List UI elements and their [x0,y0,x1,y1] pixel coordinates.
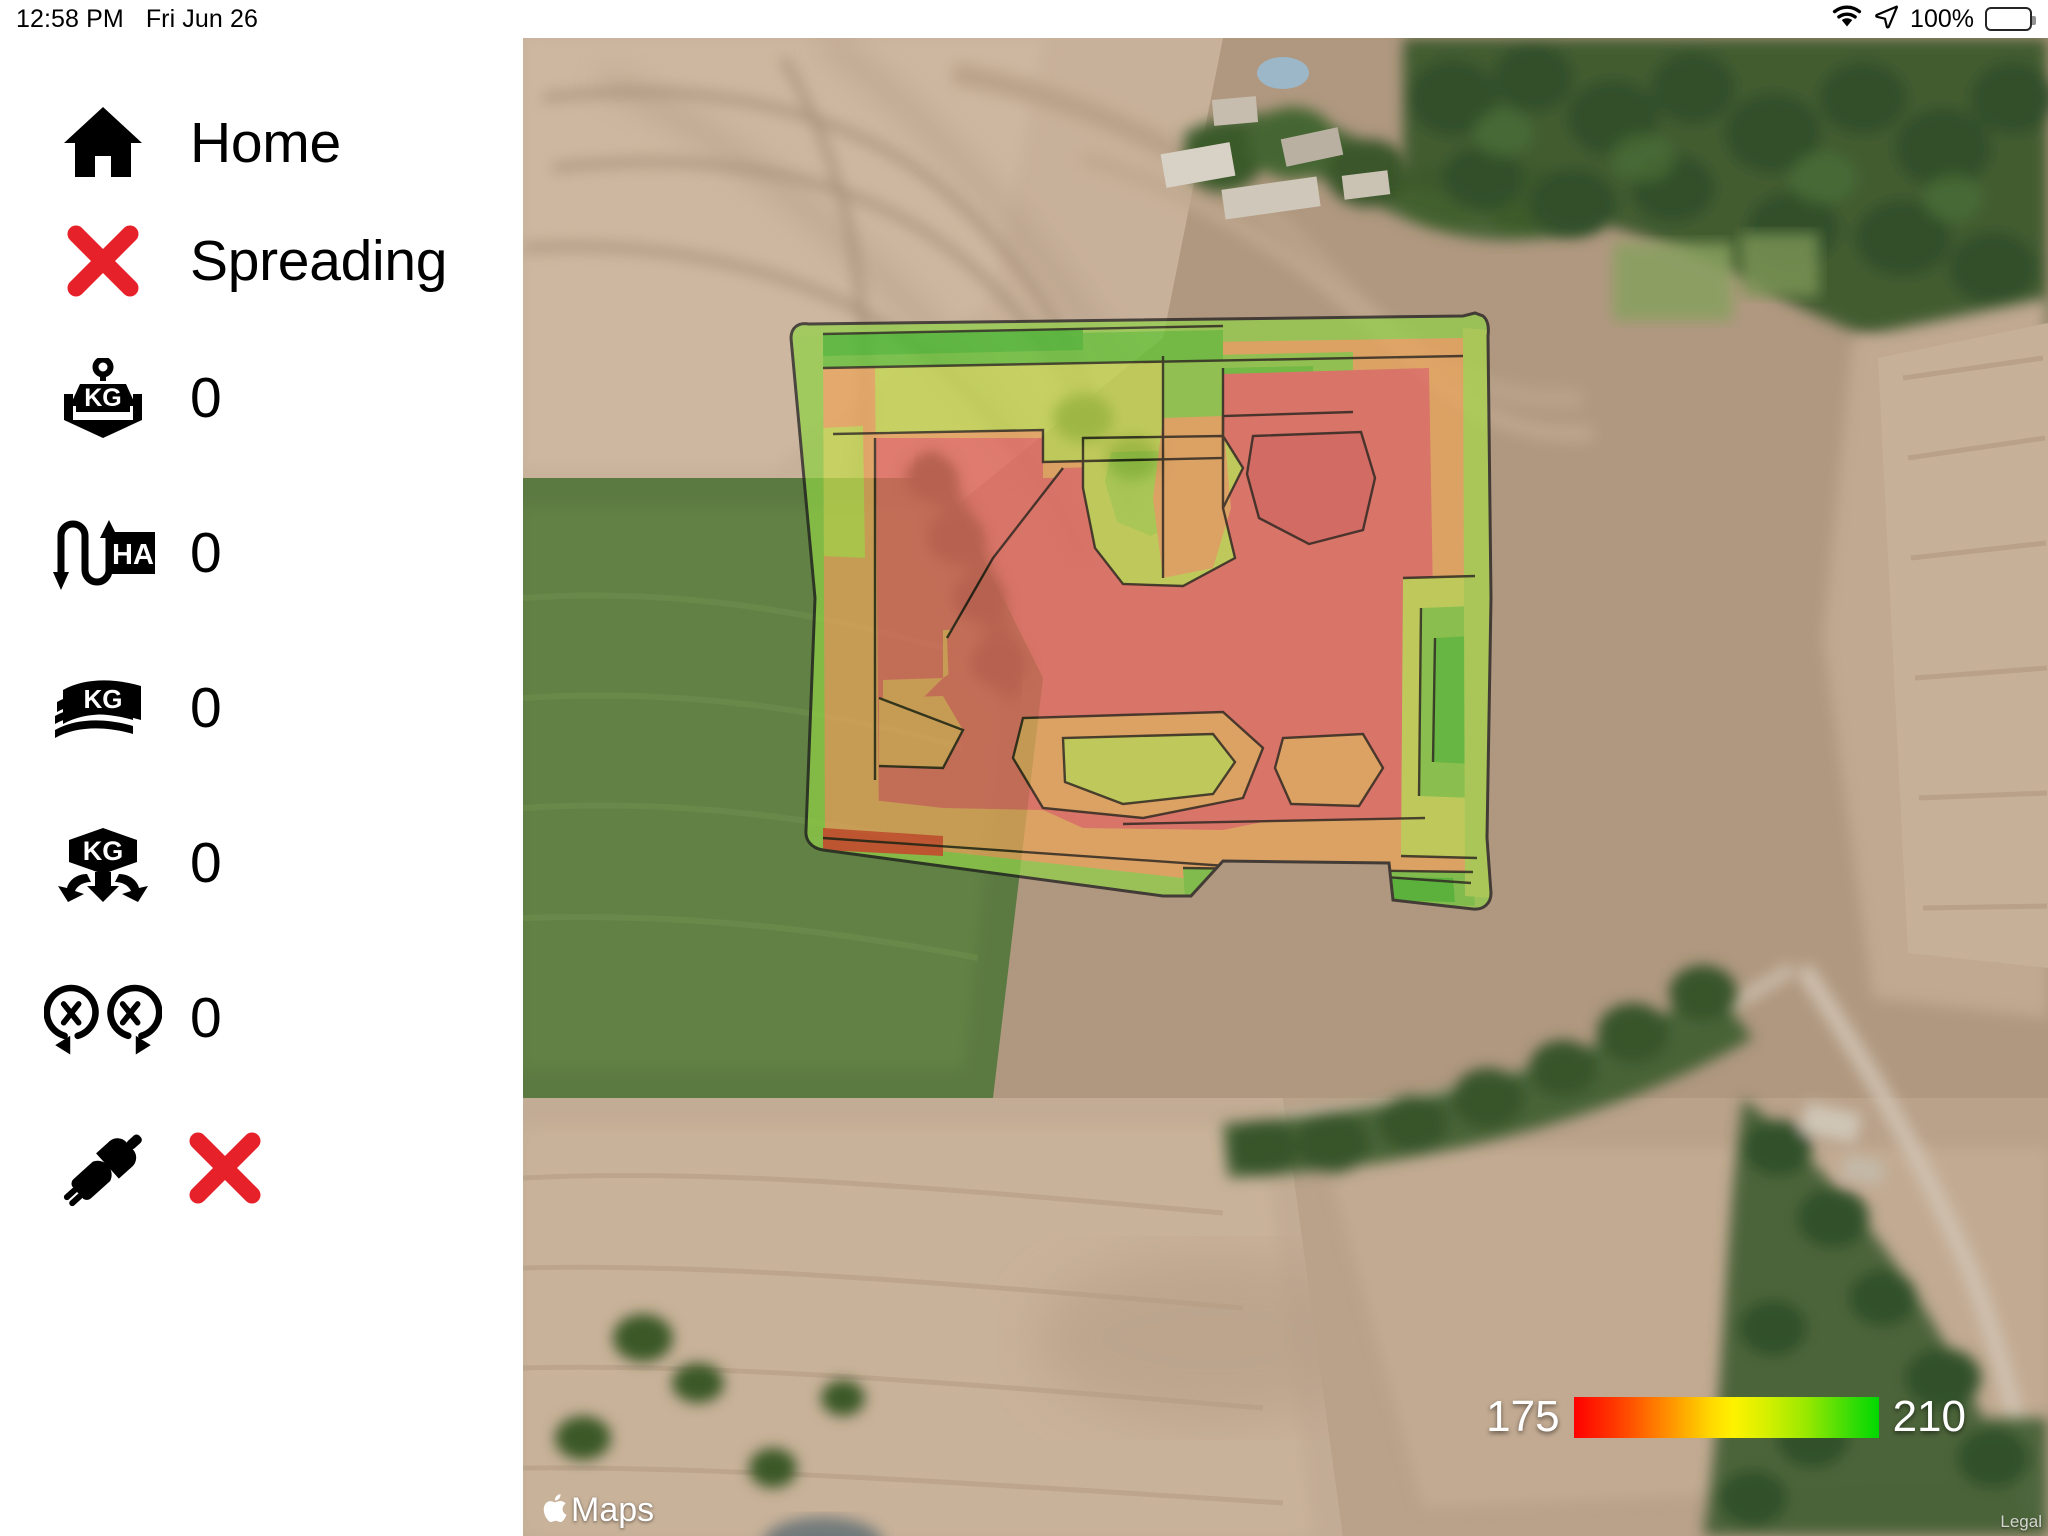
stat-value-disc-speed: 0 [190,985,222,1050]
sidebar-item-spreading[interactable]: Spreading [0,202,523,320]
rate-kg-spread-icon: KG [44,822,162,904]
connection-status-row[interactable] [0,1095,523,1245]
stat-row-applied-total[interactable]: KG 0 [0,630,523,785]
stat-value-worked-area: 0 [190,520,222,585]
app-root: 12:58 PM Fri Jun 26 100% Home Spreading … [0,0,2048,1536]
hopper-weight-kg-icon: KG [44,357,162,438]
satellite-imagery [523,38,2048,1536]
status-bar-right: 100% [1831,4,2048,34]
svg-text:HA: HA [112,539,154,571]
battery-full-icon [1985,7,2036,31]
map-view[interactable]: 175 210 Maps Legal [523,38,2048,1536]
battery-percent: 100% [1910,4,1974,33]
home-icon [44,103,162,183]
rate-legend: 175 210 [1486,1392,1966,1442]
legend-min-value: 175 [1486,1392,1560,1441]
location-arrow-icon [1874,4,1899,34]
stat-row-hopper-weight[interactable]: KG 0 [0,320,523,475]
legal-link[interactable]: Legal [2000,1512,2042,1532]
sidebar-item-home[interactable]: Home [0,84,523,202]
red-x-icon [44,222,162,300]
unplugged-connector-icon [44,1129,162,1211]
apple-maps-attribution[interactable]: Maps [543,1491,654,1530]
stat-value-application-rate: 0 [190,830,222,895]
applied-total-kg-icon: KG [44,668,162,748]
stat-row-application-rate[interactable]: KG 0 [0,785,523,940]
svg-text:KG: KG [83,836,124,866]
legend-gradient-bar [1573,1396,1879,1438]
legend-max-value: 210 [1892,1392,1966,1441]
stat-value-applied-total: 0 [190,675,222,740]
stat-row-disc-speed[interactable]: 0 [0,940,523,1095]
sidebar: Home Spreading KG 0 HA 0 KG 0 KG 0 0 [0,0,523,1536]
worked-area-ha-icon: HA [44,512,162,594]
wifi-icon [1831,4,1863,34]
sidebar-item-spreading-label: Spreading [190,229,448,293]
svg-text:KG: KG [84,684,123,714]
spreader-discs-rpm-icon [44,979,162,1057]
apple-maps-label: Maps [571,1491,655,1529]
stat-row-worked-area[interactable]: HA 0 [0,475,523,630]
svg-text:KG: KG [84,384,122,412]
connection-red-x-icon [186,1129,264,1212]
stat-value-hopper-weight: 0 [190,365,222,430]
apple-logo-icon [543,1492,569,1530]
sidebar-item-home-label: Home [190,111,341,175]
application-rate-overlay [789,311,1493,911]
